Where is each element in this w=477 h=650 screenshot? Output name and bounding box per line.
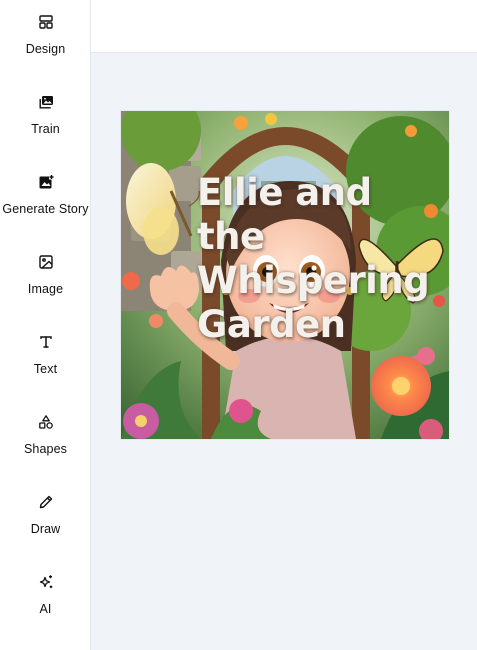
- image-plus-icon: [38, 174, 54, 190]
- sidebar-item-label: Shapes: [24, 442, 67, 456]
- story-title: Ellie and the Whispering Garden: [197, 171, 430, 346]
- sidebar-item-label: Generate Story: [2, 202, 89, 216]
- tool-sidebar: Design Train Generate Story Image Text S…: [0, 0, 91, 650]
- sidebar-item-generate-story[interactable]: Generate Story: [0, 160, 91, 240]
- images-icon: [38, 94, 54, 110]
- sidebar-item-label: Train: [31, 122, 60, 136]
- story-cover-image[interactable]: Ellie and the Whispering Garden: [121, 111, 449, 439]
- sidebar-item-draw[interactable]: Draw: [0, 480, 91, 560]
- text-icon: [38, 334, 54, 350]
- sparkles-icon: [38, 574, 54, 590]
- sidebar-item-label: AI: [39, 602, 52, 616]
- sidebar-item-label: Draw: [30, 522, 61, 536]
- image-icon: [38, 254, 54, 270]
- shapes-icon: [38, 414, 54, 430]
- top-toolbar: [91, 0, 477, 53]
- sidebar-item-train[interactable]: Train: [0, 80, 91, 160]
- sidebar-item-shapes[interactable]: Shapes: [0, 400, 91, 480]
- sidebar-item-design[interactable]: Design: [0, 0, 91, 80]
- pencil-icon: [38, 494, 54, 510]
- sidebar-item-text[interactable]: Text: [0, 320, 91, 400]
- sidebar-item-label: Text: [33, 362, 58, 376]
- sidebar-item-image[interactable]: Image: [0, 240, 91, 320]
- sidebar-item-label: Design: [25, 42, 66, 56]
- sidebar-item-ai[interactable]: AI: [0, 560, 91, 640]
- sidebar-item-label: Image: [27, 282, 64, 296]
- layout-icon: [38, 14, 54, 30]
